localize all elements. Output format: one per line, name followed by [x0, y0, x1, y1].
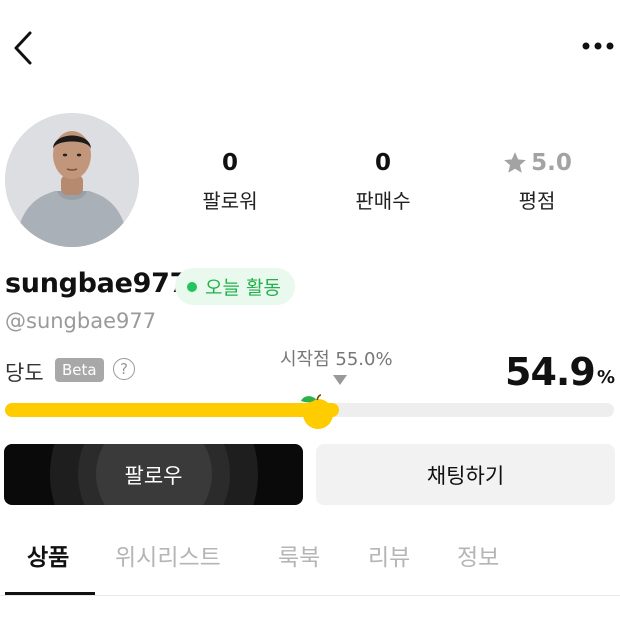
- user-handle: @sungbae977: [5, 309, 157, 333]
- tab-lookbook[interactable]: 룩북: [278, 538, 320, 572]
- active-today-badge: 오늘 활동: [175, 268, 295, 305]
- chat-button[interactable]: 채팅하기: [316, 444, 615, 505]
- sweetness-unit: %: [597, 367, 616, 388]
- back-chevron-icon[interactable]: [8, 28, 40, 68]
- tab-wishlist[interactable]: 위시리스트: [115, 538, 221, 572]
- avatar-photo: [5, 113, 139, 247]
- rating-label[interactable]: 평점: [482, 185, 592, 214]
- tab-info[interactable]: 정보: [457, 538, 499, 572]
- tab-reviews[interactable]: 리뷰: [368, 538, 410, 572]
- tab-divider: [0, 595, 620, 596]
- follow-button[interactable]: 팔로우: [4, 444, 303, 505]
- start-point-marker: [333, 375, 347, 385]
- sales-count: 0: [374, 150, 391, 176]
- followers-label[interactable]: 팔로워: [175, 185, 285, 214]
- avatar[interactable]: [5, 113, 139, 247]
- more-menu-icon[interactable]: [580, 36, 616, 56]
- active-dot-icon: [187, 281, 197, 292]
- follow-button-label: 팔로우: [124, 463, 183, 488]
- active-badge-label: 오늘 활동: [205, 277, 281, 299]
- username: sungbae977: [5, 268, 189, 299]
- beta-badge: Beta: [55, 358, 104, 382]
- sweetness-label: 당도: [5, 361, 44, 385]
- sales-label: 판매수: [355, 189, 411, 213]
- start-point-text: 시작점 55.0%: [280, 349, 393, 370]
- rating-value: 5.0: [482, 150, 592, 176]
- chat-button-label: 채팅하기: [426, 463, 505, 488]
- tab-products[interactable]: 상품: [27, 538, 69, 572]
- help-icon[interactable]: ?: [113, 358, 135, 380]
- star-icon: [504, 152, 526, 173]
- sweetness-value: 54.9: [505, 350, 596, 394]
- sweetness-progress-fill: [5, 403, 340, 417]
- rating-number: 5.0: [531, 150, 572, 176]
- apple-icon: [301, 394, 333, 429]
- followers-count: 0: [221, 150, 238, 176]
